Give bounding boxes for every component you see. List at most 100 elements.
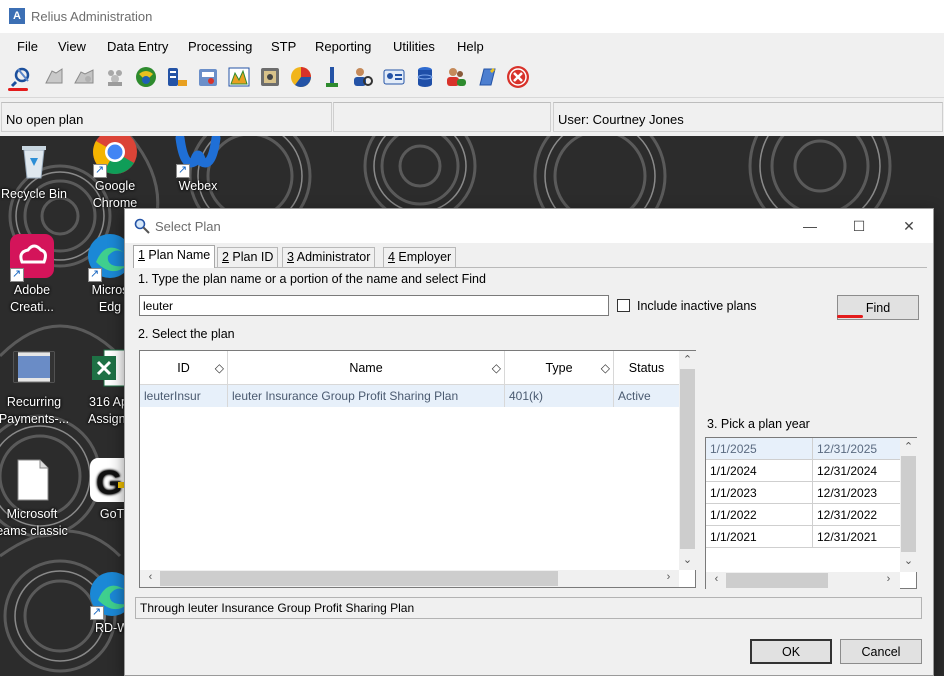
user-flag-icon[interactable] bbox=[320, 65, 344, 89]
sort-icon: ◇ bbox=[214, 361, 224, 375]
menu-view[interactable]: View bbox=[58, 39, 86, 54]
plan-copy-icon[interactable] bbox=[72, 65, 96, 89]
employees-icon[interactable] bbox=[103, 65, 127, 89]
scroll-thumb[interactable] bbox=[901, 456, 916, 552]
tab-employer[interactable]: 4 Employer bbox=[383, 247, 457, 267]
year-horizontal-scrollbar[interactable]: ‹ › bbox=[706, 572, 900, 589]
scroll-up-icon[interactable]: ⌃ bbox=[679, 353, 696, 366]
menu-utilities[interactable]: Utilities bbox=[393, 39, 435, 54]
notebook-icon[interactable] bbox=[475, 65, 499, 89]
app-title-bar: A Relius Administration bbox=[0, 0, 944, 33]
scroll-left-icon[interactable]: ‹ bbox=[708, 573, 725, 585]
dialog-title: Select Plan bbox=[155, 219, 221, 234]
sort-icon: ◇ bbox=[600, 361, 610, 375]
people-icon[interactable] bbox=[444, 65, 468, 89]
webex-icon bbox=[174, 136, 222, 179]
pie-chart-icon[interactable] bbox=[289, 65, 313, 89]
tab-plan-id[interactable]: 2 Plan ID bbox=[217, 247, 279, 267]
menu-stp[interactable]: STP bbox=[271, 39, 296, 54]
menu-help[interactable]: Help bbox=[457, 39, 484, 54]
include-inactive-label: Include inactive plans bbox=[637, 299, 757, 313]
plan-year-row[interactable]: 1/1/2021 12/31/2021 bbox=[706, 526, 901, 548]
plan-year-row[interactable]: 1/1/2025 12/31/2025 bbox=[706, 438, 901, 460]
column-header-name[interactable]: Name ◇ bbox=[228, 351, 505, 385]
dialog-title-bar: Select Plan — ☐ ✕ bbox=[125, 209, 933, 243]
status-bar: No open plan User: Courtney Jones bbox=[0, 100, 944, 134]
tab-administrator[interactable]: 3 Administrator bbox=[282, 247, 376, 267]
step-3-label: 3. Pick a plan year bbox=[707, 417, 810, 431]
desktop-icon-recycle-bin[interactable]: Recycle Bin bbox=[0, 136, 74, 203]
user-search-icon[interactable] bbox=[351, 65, 375, 89]
scroll-left-icon[interactable]: ‹ bbox=[142, 571, 159, 583]
scroll-down-icon[interactable]: ⌄ bbox=[679, 553, 696, 566]
calculator-icon[interactable] bbox=[196, 65, 220, 89]
adobe-creative-cloud-icon bbox=[8, 232, 56, 283]
menu-file[interactable]: File bbox=[17, 39, 38, 54]
database-icon[interactable] bbox=[413, 65, 437, 89]
document-icon bbox=[8, 456, 56, 504]
tab-plan-name[interactable]: 1 Plan Name bbox=[133, 245, 216, 268]
chart-icon[interactable] bbox=[227, 65, 251, 89]
shortcut-arrow-icon bbox=[176, 162, 190, 179]
shortcut-arrow-icon bbox=[93, 162, 107, 179]
maximize-button[interactable]: ☐ bbox=[845, 215, 873, 237]
desktop-icon-recurring-payments[interactable]: Recurring Payments-... bbox=[0, 344, 74, 428]
plan-year-row[interactable]: 1/1/2024 12/31/2024 bbox=[706, 460, 901, 482]
scroll-thumb[interactable] bbox=[680, 369, 695, 549]
exit-icon[interactable] bbox=[506, 65, 530, 89]
video-file-icon bbox=[10, 344, 58, 392]
active-tool-indicator bbox=[8, 88, 28, 91]
desktop-icon-webex[interactable]: Webex bbox=[158, 136, 238, 195]
scroll-up-icon[interactable]: ⌃ bbox=[900, 440, 917, 453]
scroll-right-icon[interactable]: › bbox=[880, 573, 897, 585]
status-middle bbox=[333, 102, 551, 132]
id-card-icon[interactable] bbox=[382, 65, 406, 89]
grid-horizontal-scrollbar[interactable]: ‹ › bbox=[140, 570, 679, 587]
desktop-icon-microsoft-teams-classic[interactable]: Microsoft eams classic bbox=[0, 456, 72, 540]
scroll-down-icon[interactable]: ⌄ bbox=[900, 554, 917, 567]
scroll-right-icon[interactable]: › bbox=[660, 571, 677, 583]
app-title: Relius Administration bbox=[31, 9, 153, 24]
year-vertical-scrollbar[interactable]: ⌃ ⌄ bbox=[900, 438, 917, 572]
compliance-icon[interactable] bbox=[134, 65, 158, 89]
user-status: User: Courtney Jones bbox=[553, 102, 943, 132]
column-header-id[interactable]: ID ◇ bbox=[140, 351, 228, 385]
column-header-status[interactable]: Status bbox=[614, 351, 680, 385]
menu-reporting[interactable]: Reporting bbox=[315, 39, 371, 54]
cell-type: 401(k) bbox=[505, 385, 614, 407]
sort-icon: ◇ bbox=[491, 361, 501, 375]
column-header-type[interactable]: Type ◇ bbox=[505, 351, 614, 385]
relius-app-icon: A bbox=[9, 8, 25, 24]
desktop-icon-adobe-creative-cloud[interactable]: Adobe Creati... bbox=[0, 232, 72, 316]
cancel-button[interactable]: Cancel bbox=[840, 639, 922, 664]
open-plan-status: No open plan bbox=[1, 102, 332, 132]
step-2-label: 2. Select the plan bbox=[138, 327, 235, 341]
safe-icon[interactable] bbox=[258, 65, 282, 89]
find-plan-icon[interactable] bbox=[10, 65, 34, 89]
plan-icon[interactable] bbox=[42, 65, 66, 89]
ok-button[interactable]: OK bbox=[750, 639, 832, 664]
include-inactive-checkbox[interactable] bbox=[617, 299, 630, 312]
plan-year-row[interactable]: 1/1/2023 12/31/2023 bbox=[706, 482, 901, 504]
select-plan-dialog: Select Plan — ☐ ✕ 1 Plan Name 2 Plan ID … bbox=[124, 208, 934, 676]
table-row[interactable]: leuterInsur leuter Insurance Group Profi… bbox=[140, 385, 680, 407]
menu-bar: File View Data Entry Processing STP Repo… bbox=[0, 33, 944, 59]
cell-name: leuter Insurance Group Profit Sharing Pl… bbox=[228, 385, 505, 407]
plan-year-row[interactable]: 1/1/2022 12/31/2022 bbox=[706, 504, 901, 526]
scroll-thumb[interactable] bbox=[160, 571, 558, 586]
find-button-indicator bbox=[837, 315, 863, 318]
cell-status: Active bbox=[614, 385, 680, 407]
minimize-button[interactable]: — bbox=[796, 215, 824, 237]
menu-processing[interactable]: Processing bbox=[188, 39, 252, 54]
menu-data-entry[interactable]: Data Entry bbox=[107, 39, 168, 54]
desktop-icon-google-chrome[interactable]: Google Chrome bbox=[75, 136, 155, 212]
plan-year-grid: 1/1/2025 12/31/2025 1/1/2024 12/31/2024 … bbox=[705, 437, 917, 589]
grid-header: ID ◇ Name ◇ Type ◇ Status bbox=[140, 351, 680, 385]
plan-name-search-input[interactable] bbox=[139, 295, 609, 316]
recycle-bin-icon bbox=[10, 136, 58, 184]
close-button[interactable]: ✕ bbox=[895, 215, 923, 237]
grid-vertical-scrollbar[interactable]: ⌃ ⌄ bbox=[679, 351, 696, 570]
scroll-thumb[interactable] bbox=[726, 573, 828, 588]
database-export-icon[interactable] bbox=[165, 65, 189, 89]
shortcut-arrow-icon bbox=[10, 266, 24, 283]
